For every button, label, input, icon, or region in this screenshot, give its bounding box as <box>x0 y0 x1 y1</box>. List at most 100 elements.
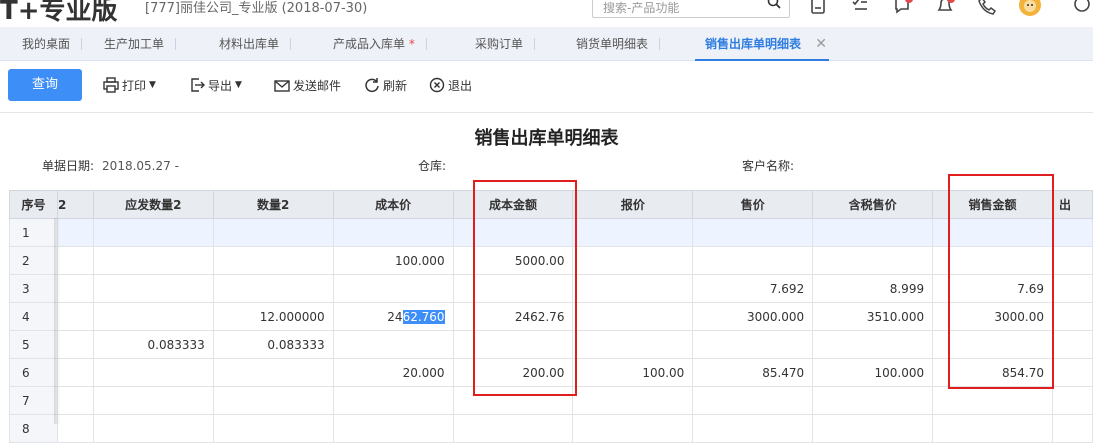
table-cell[interactable] <box>212 414 334 443</box>
table-cell[interactable] <box>212 218 334 247</box>
table-cell[interactable] <box>692 414 814 443</box>
table-cell[interactable] <box>1051 330 1093 359</box>
row-index[interactable]: 4 <box>9 302 58 331</box>
column-header[interactable]: 含税售价 <box>812 190 934 219</box>
message-icon[interactable] <box>893 0 913 16</box>
table-cell[interactable] <box>332 274 454 303</box>
search-box[interactable]: 搜索-产品功能 <box>592 0 790 18</box>
table-cell[interactable] <box>1051 246 1093 275</box>
table-cell[interactable] <box>92 274 214 303</box>
column-header[interactable]: 成本价 <box>332 190 454 219</box>
table-cell[interactable] <box>56 246 94 275</box>
table-cell[interactable] <box>692 218 814 247</box>
table-cell[interactable]: 8.999 <box>812 274 934 303</box>
table-cell[interactable]: 20.000 <box>332 358 454 387</box>
table-cell[interactable] <box>56 414 94 443</box>
table-cell[interactable] <box>56 302 94 331</box>
table-cell[interactable] <box>92 414 214 443</box>
row-index[interactable]: 6 <box>9 358 58 387</box>
tab-sales-outbound-detail[interactable]: 销售出库单明细表 ✕ <box>694 27 830 61</box>
print-button[interactable]: 打印 ▼ <box>103 75 156 95</box>
table-cell[interactable]: 100.00 <box>572 358 694 387</box>
table-cell[interactable] <box>932 386 1053 415</box>
table-cell[interactable] <box>812 386 934 415</box>
table-cell[interactable] <box>572 414 694 443</box>
table-cell[interactable] <box>332 218 454 247</box>
table-cell[interactable] <box>92 358 214 387</box>
column-header[interactable]: 序号 <box>9 190 58 219</box>
table-cell[interactable]: 100.000 <box>812 358 934 387</box>
row-index[interactable]: 3 <box>9 274 58 303</box>
table-cell[interactable] <box>212 246 334 275</box>
column-header[interactable]: 2 <box>56 190 94 219</box>
table-cell[interactable] <box>452 414 574 443</box>
search-icon[interactable] <box>767 0 781 9</box>
table-cell[interactable]: 100.000 <box>332 246 454 275</box>
table-cell[interactable] <box>1051 302 1093 331</box>
table-cell[interactable] <box>572 274 694 303</box>
table-cell[interactable] <box>212 274 334 303</box>
table-cell[interactable] <box>812 330 934 359</box>
table-cell[interactable] <box>812 414 934 443</box>
table-cell[interactable] <box>1051 218 1093 247</box>
table-cell[interactable]: 3510.000 <box>812 302 934 331</box>
table-cell[interactable] <box>932 414 1053 443</box>
table-cell[interactable] <box>212 386 334 415</box>
column-header[interactable]: 数量2 <box>212 190 334 219</box>
table-cell[interactable] <box>812 246 934 275</box>
table-cell[interactable] <box>692 386 814 415</box>
column-header[interactable]: 出 <box>1051 190 1093 219</box>
column-header[interactable]: 应发数量2 <box>92 190 214 219</box>
table-cell[interactable] <box>572 302 694 331</box>
table-cell[interactable] <box>812 218 934 247</box>
close-icon[interactable]: ✕ <box>815 27 827 61</box>
table-cell[interactable] <box>332 330 454 359</box>
checklist-icon[interactable] <box>850 0 870 16</box>
table-cell[interactable] <box>212 358 334 387</box>
row-index[interactable]: 2 <box>9 246 58 275</box>
table-cell[interactable] <box>56 218 94 247</box>
table-cell[interactable]: 3000.000 <box>692 302 814 331</box>
table-cell[interactable] <box>1051 414 1093 443</box>
table-cell[interactable] <box>1051 386 1093 415</box>
table-cell[interactable] <box>572 246 694 275</box>
row-index[interactable]: 7 <box>9 386 58 415</box>
table-cell[interactable]: 12.000000 <box>212 302 334 331</box>
table-cell[interactable]: 0.083333 <box>92 330 214 359</box>
export-button[interactable]: 导出 ▼ <box>189 75 242 95</box>
table-cell[interactable] <box>572 330 694 359</box>
row-index[interactable]: 8 <box>9 414 58 443</box>
calculator-icon[interactable] <box>808 0 828 16</box>
table-cell[interactable] <box>92 302 214 331</box>
tab-purchase-order[interactable]: 采购订单 <box>475 27 536 61</box>
column-header[interactable]: 报价 <box>572 190 694 219</box>
table-cell[interactable] <box>692 246 814 275</box>
table-cell[interactable] <box>692 330 814 359</box>
row-index[interactable]: 1 <box>9 218 58 247</box>
table-cell[interactable]: 0.083333 <box>212 330 334 359</box>
tab-my-desktop[interactable]: 我的桌面 <box>22 27 83 61</box>
exit-button[interactable]: 退出 <box>429 75 472 95</box>
table-cell[interactable]: 2462.760 <box>332 302 454 331</box>
tab-material-issue[interactable]: 材料出库单 <box>219 27 292 61</box>
table-cell[interactable] <box>92 246 214 275</box>
table-cell[interactable] <box>332 414 454 443</box>
tab-finished-goods-receipt[interactable]: 产成品入库单 * <box>333 27 427 61</box>
phone-icon[interactable] <box>977 0 997 16</box>
bell-icon[interactable] <box>935 0 955 16</box>
refresh-button[interactable]: 刷新 <box>364 75 407 95</box>
row-index[interactable]: 5 <box>9 330 58 359</box>
table-cell[interactable] <box>572 218 694 247</box>
table-cell[interactable] <box>56 358 94 387</box>
tab-sales-detail[interactable]: 销货单明细表 <box>576 27 661 61</box>
table-cell[interactable] <box>56 274 94 303</box>
help-icon[interactable] <box>1072 0 1092 16</box>
table-cell[interactable] <box>1051 274 1093 303</box>
table-cell[interactable] <box>1051 358 1093 387</box>
table-cell[interactable] <box>332 386 454 415</box>
column-header[interactable]: 售价 <box>692 190 814 219</box>
query-button[interactable]: 查询 <box>8 69 82 101</box>
table-cell[interactable] <box>92 386 214 415</box>
table-cell[interactable]: 85.470 <box>692 358 814 387</box>
table-cell[interactable] <box>572 386 694 415</box>
